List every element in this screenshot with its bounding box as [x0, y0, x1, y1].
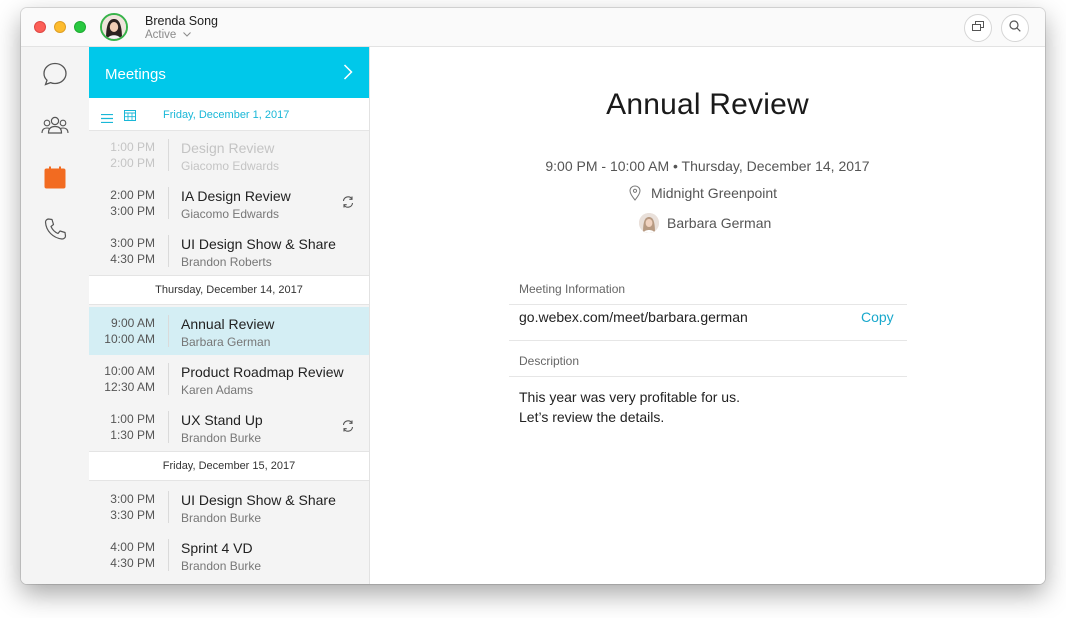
title-bar: Brenda Song Active — [21, 8, 1045, 47]
date-bar: Friday, December 1, 2017 — [89, 98, 369, 131]
meeting-host: Brandon Burke — [181, 431, 262, 445]
end-time: 4:30 PM — [110, 252, 155, 266]
meeting-title: Annual Review — [181, 316, 275, 332]
meeting-row[interactable]: 3:00 PM 4:30 PM UI Design Show & Share B… — [89, 227, 369, 275]
meetings-list: Meetings Friday, December 1, 2017 1:00 P… — [89, 47, 370, 584]
meeting-info-label: Meeting Information — [519, 282, 626, 296]
end-time: 12:30 AM — [104, 380, 155, 394]
meeting-row[interactable]: 3:00 PM 3:30 PM UI Design Show & Share B… — [89, 483, 369, 531]
search-button[interactable] — [1001, 14, 1029, 42]
end-time: 3:30 PM — [110, 508, 155, 522]
divider — [168, 139, 169, 171]
recurring-icon — [341, 195, 355, 214]
start-time: 3:00 PM — [110, 492, 155, 506]
calendar-view-icon[interactable] — [124, 108, 136, 126]
meeting-time: 9:00 PM - 10:00 AM • Thursday, December … — [545, 158, 870, 174]
current-date: Friday, December 1, 2017 — [163, 109, 290, 121]
meeting-title: UX Stand Up — [181, 412, 263, 428]
date-group-header: Friday, December 15, 2017 — [89, 451, 369, 481]
meeting-link[interactable]: go.webex.com/meet/barbara.german — [519, 309, 748, 325]
divider — [509, 376, 907, 377]
meetings-header[interactable]: Meetings — [89, 47, 369, 98]
divider — [168, 411, 169, 443]
meeting-host: Brandon Roberts — [181, 255, 272, 269]
meeting-host: Brandon Burke — [181, 511, 262, 525]
divider — [168, 187, 169, 219]
divider — [168, 235, 169, 267]
meeting-row[interactable]: 1:00 PM 2:00 PM Design Review Giacomo Ed… — [89, 131, 369, 179]
close-window-button[interactable] — [34, 21, 46, 33]
meeting-title: IA Design Review — [181, 188, 291, 204]
meeting-title: UI Design Show & Share — [181, 492, 336, 508]
chat-icon[interactable] — [41, 60, 69, 88]
meeting-row[interactable]: 4:00 PM 4:30 PM Sprint 4 VD Brandon Burk… — [89, 531, 369, 579]
divider — [509, 340, 907, 341]
screens-icon — [972, 19, 984, 37]
meeting-host: Barbara German — [181, 335, 271, 349]
user-avatar[interactable] — [100, 13, 128, 41]
host-avatar — [639, 213, 659, 233]
divider — [168, 315, 169, 347]
end-time: 3:00 PM — [110, 204, 155, 218]
description-line: Let’s review the details. — [519, 409, 665, 425]
start-time: 3:00 PM — [110, 236, 155, 250]
zoom-window-button[interactable] — [74, 21, 86, 33]
people-icon[interactable] — [41, 111, 69, 139]
meeting-title: Product Roadmap Review — [181, 364, 344, 380]
meeting-host: Giacomo Edwards — [181, 159, 280, 173]
screens-button[interactable] — [964, 14, 992, 42]
search-icon — [1009, 19, 1021, 37]
description-label: Description — [519, 354, 580, 368]
end-time: 2:00 PM — [110, 156, 155, 170]
description-line: This year was very profitable for us. — [519, 389, 740, 405]
meeting-row[interactable]: 2:00 PM 3:00 PM IA Design Review Giacomo… — [89, 179, 369, 227]
list-view-icon[interactable] — [101, 110, 113, 128]
meeting-host: Giacomo Edwards — [181, 207, 280, 221]
meeting-row[interactable]: 1:00 PM 1:30 PM UX Stand Up Brandon Burk… — [89, 403, 369, 451]
start-time: 4:00 PM — [110, 540, 155, 554]
meeting-title-heading: Annual Review — [606, 88, 809, 121]
meeting-host: Barbara German — [667, 215, 772, 231]
meeting-row-selected[interactable]: 9:00 AM 10:00 AM Annual Review Barbara G… — [89, 307, 369, 355]
copy-link-button[interactable]: Copy — [861, 309, 894, 325]
meeting-host: Brandon Burke — [181, 559, 262, 573]
divider — [509, 304, 907, 305]
minimize-window-button[interactable] — [54, 21, 66, 33]
status-dropdown[interactable]: Active — [145, 28, 191, 41]
divider — [168, 363, 169, 395]
end-time: 1:30 PM — [110, 428, 155, 442]
meeting-detail: Annual Review 9:00 PM - 10:00 AM • Thurs… — [370, 47, 1045, 584]
date-group-header: Thursday, December 14, 2017 — [89, 275, 369, 305]
status-label: Active — [145, 29, 177, 41]
recurring-icon — [341, 419, 355, 438]
divider — [168, 539, 169, 571]
app-window: Brenda Song Active Meetings Friday, Dece… — [21, 8, 1045, 584]
end-time: 10:00 AM — [104, 332, 155, 346]
start-time: 2:00 PM — [110, 188, 155, 202]
chevron-down-icon — [182, 28, 191, 40]
nav-rail — [21, 47, 90, 584]
user-name: Brenda Song — [145, 14, 218, 28]
start-time: 10:00 AM — [104, 364, 155, 378]
phone-icon[interactable] — [41, 215, 69, 243]
meeting-title: Design Review — [181, 140, 275, 156]
meeting-host: Karen Adams — [181, 383, 254, 397]
start-time: 9:00 AM — [110, 316, 155, 330]
location-pin-icon — [629, 185, 641, 206]
divider — [168, 491, 169, 523]
meeting-location: Midnight Greenpoint — [651, 185, 778, 201]
meeting-title: UI Design Show & Share — [181, 236, 336, 252]
end-time: 4:30 PM — [110, 556, 155, 570]
chevron-right-icon[interactable] — [343, 64, 353, 85]
meeting-title: Sprint 4 VD — [181, 540, 253, 556]
start-time: 1:00 PM — [110, 412, 155, 426]
meeting-row[interactable]: 10:00 AM 12:30 AM Product Roadmap Review… — [89, 355, 369, 403]
start-time: 1:00 PM — [110, 140, 155, 154]
calendar-icon[interactable] — [41, 164, 69, 192]
meetings-title: Meetings — [105, 66, 166, 83]
